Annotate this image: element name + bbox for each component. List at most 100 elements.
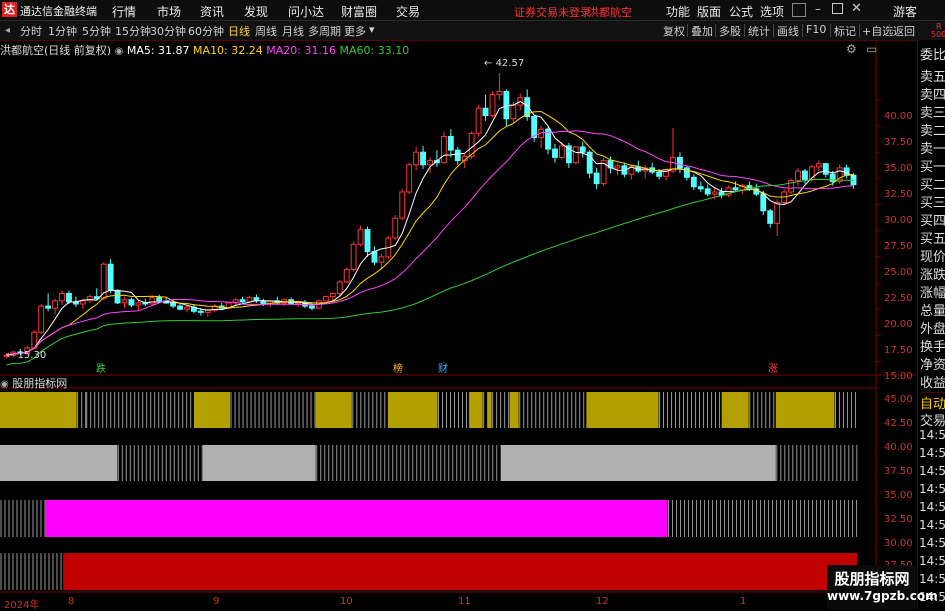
watermark: 股朋指标网 www.7gpzb.com [827,565,938,609]
trade-list-label[interactable]: 交易 [920,410,945,429]
menu-formula[interactable]: 公式 [729,3,753,20]
minimize-icon[interactable]: – [815,2,821,16]
tab-monthly[interactable]: 月线 [282,23,304,39]
tick-time: 14:56 [919,518,945,532]
menu-options[interactable]: 选项 [760,3,784,20]
indicator-axis-label: 32.50 [884,514,913,525]
tick-time: 14:56 [919,482,945,496]
menu-markets[interactable]: 市场 [157,3,181,20]
candle-body [489,94,496,117]
menu-market[interactable]: 行情 [112,3,136,20]
candle-body [184,306,190,310]
tab-weekly[interactable]: 周线 [255,23,277,39]
candle-body [322,296,329,302]
date-axis-month: 9 [213,596,220,607]
ma5-line [6,100,854,356]
quote-label-ask4: 卖四 [920,88,945,103]
date-axis-month: 12 [596,596,609,607]
tick-time: 14:56 [919,554,945,568]
tab-timeshare[interactable]: 分时 [20,23,42,39]
right-quote-panel: R 500 委比 卖五 卖四 卖三 卖二 卖一 买一 买二 买三 买四 买五 现… [917,22,945,609]
indicator-bar [193,392,231,428]
tab-5min[interactable]: 5分钟 [82,23,111,39]
candle-body [614,165,621,169]
candle-body [197,310,204,313]
skin-icon[interactable] [792,3,806,17]
candle-body [482,107,489,117]
candle-body [760,193,767,212]
back-button[interactable]: 返回 [893,23,915,39]
menu-wealth[interactable]: 财富圈 [341,3,377,20]
mark-button[interactable]: 标记 [834,23,856,39]
draw-line-button[interactable]: 画线 [777,23,799,39]
candle-body [822,163,829,175]
date-axis-month: 10 [340,596,353,607]
ma10-line [6,110,854,356]
menu-ask[interactable]: 问小达 [288,3,324,20]
panel-toggle-icon[interactable]: ▭ [866,42,877,56]
quote-label-change: 涨跌 [920,268,945,283]
event-marker[interactable]: 榜 [393,360,403,375]
indicator-settings-icon[interactable]: ◉ [0,379,9,390]
f10-button[interactable]: F10 [806,23,826,36]
candle-body [774,201,781,224]
tab-30min[interactable]: 30分钟 [150,23,186,39]
guest-button[interactable]: 游客 [893,3,917,20]
divider [773,24,774,37]
menu-trade[interactable]: 交易 [396,3,420,20]
candle-body [52,300,59,309]
toolbar-arrow-icon[interactable]: ◂ [5,25,10,36]
maximize-icon[interactable] [832,3,843,14]
candle-body [45,305,52,309]
auto-button[interactable]: 自动 [920,392,945,412]
close-icon[interactable]: ✕ [851,1,862,16]
menu-functions[interactable]: 功能 [666,3,690,20]
adjust-button[interactable]: 复权 [663,23,685,39]
indicator-title[interactable]: ◉ 股朋指标网 [0,375,68,390]
menu-layout[interactable]: 版面 [697,3,721,20]
tab-more[interactable]: 更多 [344,23,366,39]
tab-1min[interactable]: 1分钟 [48,23,77,39]
quote-label-bid2: 买二 [920,178,945,193]
panel-number: 500 [931,30,945,39]
watermark-title: 股朋指标网 [834,570,910,588]
event-marker[interactable]: 涨 [768,360,778,375]
tab-multi-period[interactable]: 多周期 [308,23,341,39]
indicator-name: 股朋指标网 [12,377,68,390]
candle-body [350,243,357,270]
price-axis-label: 17.50 [884,345,913,356]
legend-settings-icon[interactable]: ◉ [115,46,124,57]
candle-body [579,146,586,153]
quote-label-nav: 净资 [920,358,945,373]
multi-stock-button[interactable]: 多股 [719,23,741,39]
indicator-bar [202,445,316,481]
menu-news[interactable]: 资讯 [200,3,224,20]
tab-daily[interactable]: 日线 [228,23,250,39]
menu-discover[interactable]: 发现 [244,3,268,20]
statistics-button[interactable]: 统计 [748,23,770,39]
overlay-button[interactable]: 叠加 [691,23,713,39]
candle-body [531,116,538,139]
date-axis-month: 8 [68,596,75,607]
divider [802,24,803,37]
candle-body [66,293,72,303]
quote-label-change-pct: 涨幅 [920,286,945,301]
tab-15min[interactable]: 15分钟 [115,23,151,39]
chart-symbol-title: 洪都航空(日线 前复权) [0,44,112,57]
event-marker[interactable]: 跌 [96,360,106,375]
candle-body [336,281,343,294]
candle-body [107,263,114,291]
tab-60min[interactable]: 60分钟 [188,23,224,39]
indicator-bar [0,392,77,428]
settings-gear-icon[interactable]: ⚙ [846,42,857,56]
candle-body [156,297,163,302]
chevron-down-icon[interactable]: ▾ [369,23,375,36]
event-marker[interactable]: 财 [438,360,448,375]
app-name: 通达信金融终端 [20,5,97,18]
tick-time: 14:56 [919,572,945,586]
quote-label-bid4: 买四 [920,214,945,229]
main-chart[interactable] [0,40,917,609]
candle-body [114,289,121,304]
login-notice[interactable]: 证券交易未登录 [514,4,591,20]
tick-time: 14:56 [919,536,945,550]
